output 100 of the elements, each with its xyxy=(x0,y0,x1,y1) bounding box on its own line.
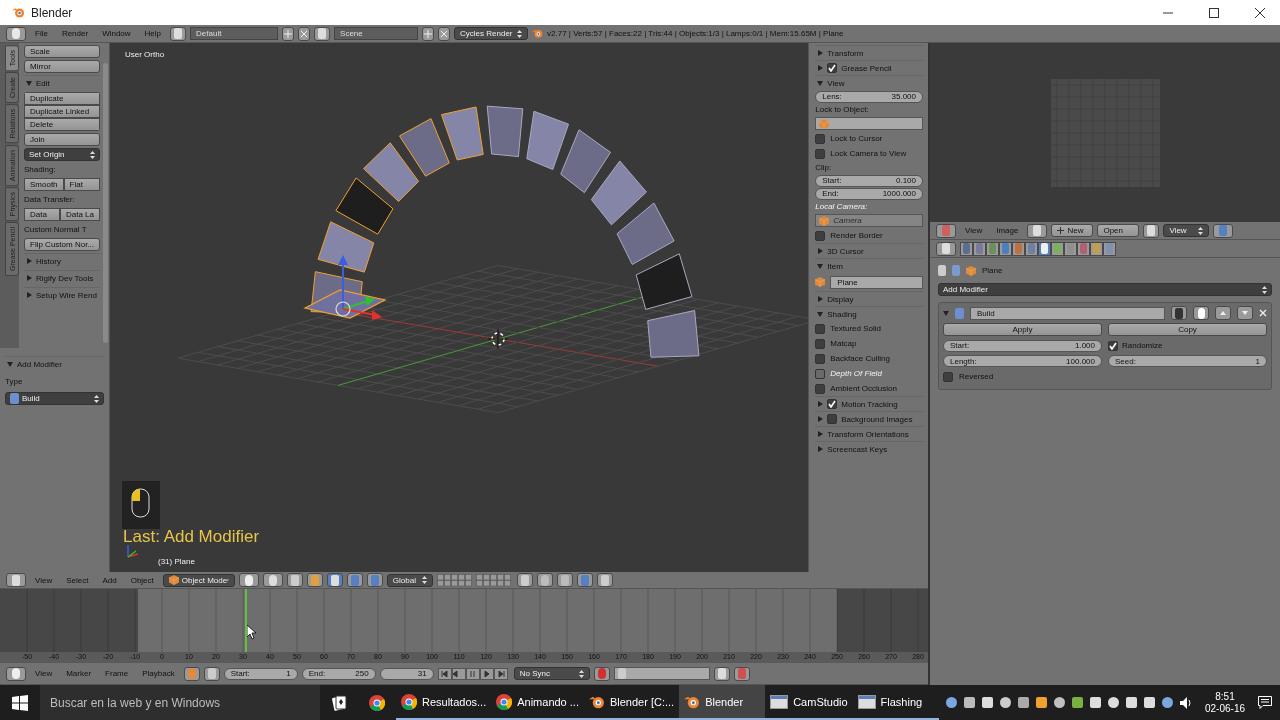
tool-button[interactable]: Flip Custom Nor... xyxy=(24,238,100,251)
number-field[interactable]: Length: 100.000 xyxy=(943,355,1102,367)
properties-tab[interactable] xyxy=(999,241,1012,256)
tray-icon[interactable] xyxy=(1017,697,1029,708)
taskbar-app[interactable]: Animando ... xyxy=(491,685,584,720)
menu-item[interactable]: View xyxy=(30,573,58,587)
search-field[interactable]: Buscar en la web y en Windows xyxy=(40,685,320,720)
end-frame-field[interactable]: End: 250 xyxy=(301,667,376,680)
tool-button[interactable]: Scale xyxy=(24,45,100,58)
taskbar-app[interactable]: Flashing xyxy=(852,685,939,720)
clock[interactable]: 8:51 02-06-16 xyxy=(1198,690,1251,715)
panel-header[interactable]: Add Modifier xyxy=(5,356,104,371)
add-button[interactable] xyxy=(422,26,435,41)
toolbar-button[interactable] xyxy=(516,573,533,587)
tray-icon[interactable] xyxy=(1161,697,1173,708)
mode-dropdown[interactable]: Object Mode xyxy=(162,573,235,587)
render-engine-dropdown[interactable]: Cycles Render xyxy=(454,27,529,40)
menu-item[interactable]: Window xyxy=(97,26,136,41)
properties-tab[interactable] xyxy=(1012,241,1025,256)
scene-name-field[interactable]: Scene xyxy=(334,27,419,40)
number-field[interactable]: Start: 0.100 xyxy=(815,174,923,187)
close-button[interactable] xyxy=(438,26,451,41)
checkbox[interactable] xyxy=(815,353,826,364)
toolbar-button[interactable] xyxy=(576,573,593,587)
number-field[interactable]: Seed: 1 xyxy=(1108,355,1267,367)
properties-tab[interactable] xyxy=(1064,241,1077,256)
move-up-button[interactable] xyxy=(1215,306,1231,320)
properties-tab[interactable] xyxy=(986,241,999,256)
start-frame-field[interactable]: Start: 1 xyxy=(223,667,298,680)
image-browse-button[interactable] xyxy=(1027,223,1048,238)
tool-button[interactable]: Mirror xyxy=(24,60,100,73)
number-field[interactable]: Start: 1.000 xyxy=(943,339,1102,352)
editor-type-button[interactable] xyxy=(6,666,26,681)
panel-header[interactable]: History xyxy=(24,253,100,268)
checkbox[interactable] xyxy=(815,133,826,144)
move-down-button[interactable] xyxy=(1237,306,1253,320)
toolbar-button[interactable] xyxy=(596,573,613,587)
close-icon[interactable] xyxy=(1259,309,1267,317)
new-image-button[interactable]: New xyxy=(1051,224,1094,237)
panel-header[interactable]: Item xyxy=(815,258,923,273)
tray-icon[interactable] xyxy=(1143,697,1155,708)
rotate-toggle[interactable] xyxy=(346,573,363,587)
visibility-toggle[interactable] xyxy=(1193,306,1209,320)
checkbox[interactable] xyxy=(1108,340,1118,351)
panel-header[interactable]: 3D Cursor xyxy=(815,243,923,258)
menu-item[interactable]: Frame xyxy=(100,666,134,681)
current-frame-field[interactable]: 31 xyxy=(379,667,434,680)
orientation-dropdown[interactable]: Global xyxy=(386,573,433,587)
close-button[interactable] xyxy=(298,26,311,41)
tool-button[interactable]: Delete xyxy=(24,118,100,131)
checkbox[interactable] xyxy=(815,148,826,159)
properties-tab[interactable] xyxy=(1051,241,1064,256)
translate-toggle[interactable] xyxy=(326,573,343,587)
tray-icon[interactable] xyxy=(945,697,957,708)
add-button[interactable] xyxy=(282,26,295,41)
panel-header[interactable]: Setup Wire Rend xyxy=(24,287,100,302)
menu-item[interactable]: Render xyxy=(56,26,94,41)
menu-item[interactable]: View xyxy=(960,223,988,238)
scene-browse-button[interactable] xyxy=(314,26,331,41)
panel-header[interactable]: Screencast Keys xyxy=(815,441,923,456)
dropdown[interactable]: Set Origin xyxy=(24,148,100,161)
properties-tab[interactable] xyxy=(973,241,986,256)
editor-type-button[interactable] xyxy=(6,573,26,587)
tool-button[interactable]: Join xyxy=(24,133,100,146)
pivot-dropdown[interactable] xyxy=(1213,223,1234,238)
tray-icon[interactable] xyxy=(963,697,975,708)
copy-button[interactable]: Copy xyxy=(1108,323,1267,336)
panel-header[interactable]: Background Images xyxy=(815,411,923,426)
menu-item[interactable]: Select xyxy=(61,573,94,587)
layout-browse-button[interactable] xyxy=(170,26,187,41)
insert-keyframe-button[interactable] xyxy=(713,666,730,681)
preview-range-toggle[interactable] xyxy=(203,666,220,681)
editor-type-button[interactable] xyxy=(6,26,26,41)
manipulator-toggle[interactable] xyxy=(306,573,323,587)
tray-icon[interactable] xyxy=(1107,697,1119,708)
tray-icon[interactable] xyxy=(999,697,1011,708)
tray-icon[interactable] xyxy=(981,697,993,708)
panel-header[interactable]: Display xyxy=(815,291,923,306)
panel-header[interactable]: View xyxy=(815,75,923,90)
properties-tab[interactable] xyxy=(1038,241,1051,256)
checkbox[interactable] xyxy=(943,371,953,382)
checkbox[interactable] xyxy=(815,338,826,349)
menu-item[interactable]: File xyxy=(30,26,53,41)
checkbox[interactable] xyxy=(815,230,826,241)
tool-button[interactable]: Duplicate xyxy=(24,92,100,105)
notifications-icon[interactable] xyxy=(1258,696,1272,709)
menu-item[interactable]: Image xyxy=(991,223,1024,238)
scrollbar[interactable] xyxy=(103,63,108,343)
tray-icon[interactable] xyxy=(1035,697,1047,708)
panel-header[interactable]: Edit xyxy=(24,75,100,90)
checkbox[interactable] xyxy=(827,414,838,424)
checkbox[interactable] xyxy=(827,399,838,409)
tray-icon[interactable] xyxy=(1125,697,1137,708)
editor-type-button[interactable] xyxy=(936,223,956,238)
properties-tab[interactable] xyxy=(960,241,973,256)
modifier-name-field[interactable]: Build xyxy=(970,306,1165,320)
tray-icon[interactable] xyxy=(1089,697,1101,708)
shading-dropdown[interactable] xyxy=(238,573,259,587)
panel-header[interactable]: Grease Pencil xyxy=(815,60,923,75)
toolbar-button[interactable] xyxy=(536,573,553,587)
